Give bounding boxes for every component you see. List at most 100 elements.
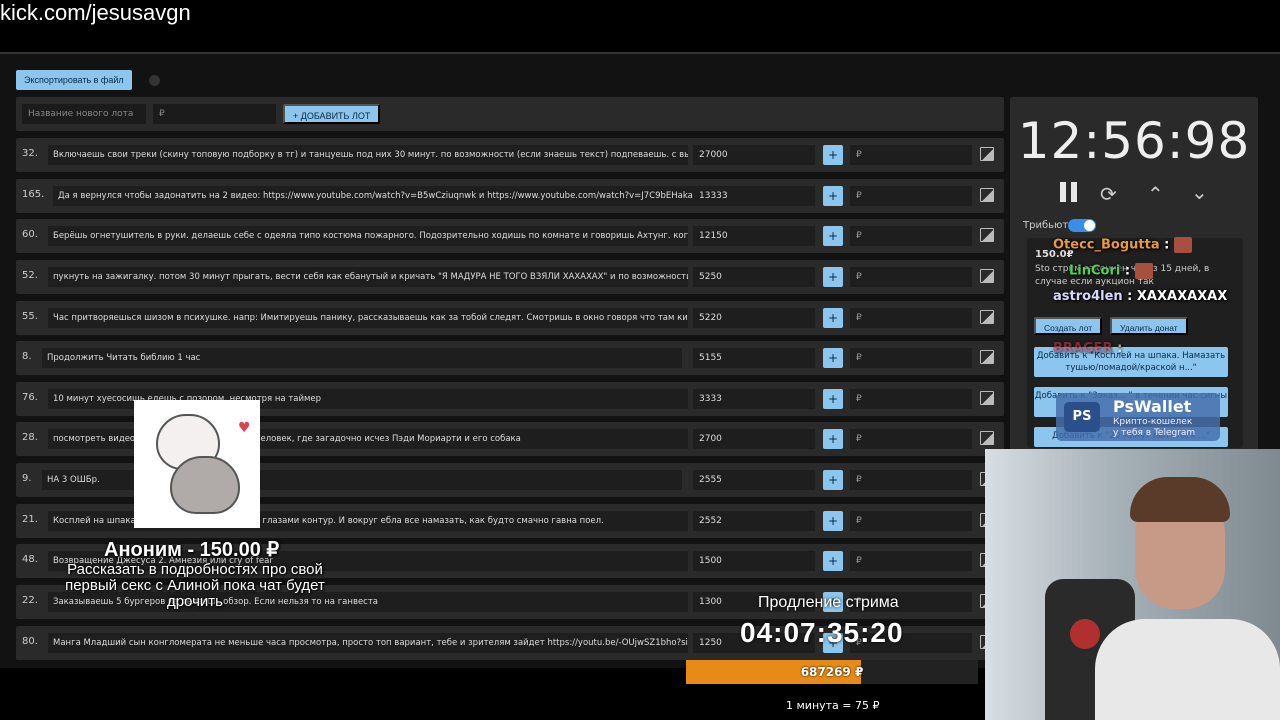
- lot-number: 48.: [22, 554, 38, 565]
- lot-donate-input[interactable]: ₽: [850, 470, 972, 490]
- add-amount-button[interactable]: +: [823, 470, 843, 490]
- image-icon[interactable]: [980, 310, 994, 324]
- lot-donate-input[interactable]: ₽: [850, 186, 972, 206]
- lot-donate-input[interactable]: ₽: [850, 226, 972, 246]
- lot-amount-input[interactable]: 5220: [693, 308, 815, 328]
- chevron-down-icon[interactable]: ⌄: [1191, 180, 1208, 204]
- lot-amount-input[interactable]: 3333: [693, 389, 815, 409]
- reset-icon[interactable]: ⟳: [1100, 182, 1117, 206]
- chat-separator: :: [1127, 289, 1133, 304]
- status-dot: [149, 75, 160, 86]
- pswallet-subtitle-line: у тебя в Telegram: [1113, 428, 1196, 438]
- image-icon[interactable]: [980, 269, 994, 283]
- chat-line: Otecc_Bogutta :: [1053, 237, 1192, 253]
- lot-name-input[interactable]: пукнуть на зажигалку. потом 30 минут пры…: [48, 267, 688, 287]
- chat-line: astro4len : ХАХАХАХАХ: [1053, 289, 1227, 304]
- add-amount-button[interactable]: +: [823, 551, 843, 571]
- lot-name-input[interactable]: Включаешь свои треки (скину топовую подб…: [48, 145, 688, 165]
- pause-icon[interactable]: [1060, 182, 1078, 202]
- lot-donate-input[interactable]: ₽: [850, 267, 972, 287]
- add-amount-button[interactable]: +: [823, 389, 843, 409]
- emote-icon: [1134, 263, 1153, 279]
- lot-row: 55. Час притворяешься шизом в психушке. н…: [16, 301, 1004, 335]
- lot-number: 22.: [22, 595, 38, 606]
- chat-user: BRAGER: [1053, 341, 1113, 356]
- lot-name-input[interactable]: Час притворяешься шизом в психушке. напр…: [48, 308, 688, 328]
- lot-donate-input[interactable]: ₽: [850, 348, 972, 368]
- lot-row: 52. пукнуть на зажигалку. потом 30 минут …: [16, 260, 1004, 294]
- extension-label: Продление стрима: [758, 594, 899, 611]
- chat-message: ХАХАХАХАХ: [1136, 289, 1228, 304]
- extension-timer: 04:07:35:20: [740, 617, 904, 648]
- image-icon[interactable]: [980, 391, 994, 405]
- lot-row: 32. Включаешь свои треки (скину топовую п…: [16, 138, 1004, 172]
- add-amount-button[interactable]: +: [823, 267, 843, 287]
- image-icon[interactable]: [980, 431, 994, 445]
- lot-number: 165.: [22, 189, 45, 200]
- add-amount-button[interactable]: +: [823, 226, 843, 246]
- webcam-feed: [985, 449, 1280, 720]
- lot-amount-input[interactable]: 2700: [693, 429, 815, 449]
- lot-name-input[interactable]: Да я вернулся чтобы задонатить на 2 виде…: [53, 186, 693, 206]
- lot-amount-input[interactable]: 5155: [693, 348, 815, 368]
- add-amount-button[interactable]: +: [823, 145, 843, 165]
- lot-donate-input[interactable]: ₽: [850, 551, 972, 571]
- lot-number: 9.: [22, 473, 32, 484]
- lot-number: 52.: [22, 270, 38, 281]
- pswallet-subtitle-line: Крипто-кошелек: [1113, 417, 1193, 427]
- add-amount-button[interactable]: +: [823, 186, 843, 206]
- new-lot-amount-input[interactable]: ₽: [153, 104, 276, 124]
- add-amount-button[interactable]: +: [823, 429, 843, 449]
- lot-amount-input[interactable]: 13333: [693, 186, 815, 206]
- image-icon[interactable]: [980, 188, 994, 202]
- lot-name-input[interactable]: Берёшь огнетушитель в руки. делаешь себе…: [48, 226, 688, 246]
- image-icon[interactable]: [980, 147, 994, 161]
- chat-line: BRAGER :: [1053, 341, 1122, 356]
- chat-separator: :: [1164, 237, 1170, 253]
- add-amount-button[interactable]: +: [823, 511, 843, 531]
- lot-row: 8. Продолжить Читать библию 1 час 5155 + ₽: [16, 341, 1004, 375]
- lot-name-input[interactable]: Манга Младший сын конгломерата не меньше…: [48, 633, 688, 653]
- pswallet-title: PsWallet: [1113, 397, 1192, 416]
- lot-number: 80.: [22, 636, 38, 647]
- add-lot-button[interactable]: + ДОБАВИТЬ ЛОТ: [283, 104, 381, 124]
- new-lot-name-input[interactable]: Название нового лота: [22, 104, 146, 124]
- lot-amount-input[interactable]: 12150: [693, 226, 815, 246]
- lot-donate-input[interactable]: ₽: [850, 145, 972, 165]
- image-icon[interactable]: [980, 350, 994, 364]
- delete-donate-button[interactable]: Удалить донат: [1110, 317, 1188, 335]
- lot-donate-input[interactable]: ₽: [850, 308, 972, 328]
- chat-separator: :: [1117, 341, 1123, 356]
- lot-donate-input[interactable]: ₽: [850, 389, 972, 409]
- stream-url: kick.com/jesusavgn: [0, 0, 191, 25]
- lot-row: 60. Берёшь огнетушитель в руки. делаешь с…: [16, 219, 1004, 253]
- lot-amount-input[interactable]: 27000: [693, 145, 815, 165]
- lot-amount-input[interactable]: 2552: [693, 511, 815, 531]
- create-lot-button[interactable]: Создать лот: [1034, 317, 1103, 335]
- cat-sticker-image: ♥: [134, 400, 260, 528]
- progress-label: 687269 ₽: [800, 665, 864, 679]
- lot-amount-input[interactable]: 1500: [693, 551, 815, 571]
- tributes-label: Трибьют: [1023, 220, 1069, 231]
- lot-amount-input[interactable]: 2555: [693, 470, 815, 490]
- rate-label: 1 минута = 75 ₽: [786, 699, 880, 712]
- lot-donate-input[interactable]: ₽: [850, 511, 972, 531]
- tributes-toggle[interactable]: [1068, 219, 1096, 232]
- chat-user: Otecc_Bogutta: [1053, 237, 1160, 253]
- chat-user: astro4len: [1053, 289, 1123, 304]
- export-button[interactable]: Экспортировать в файл: [16, 70, 132, 90]
- lot-donate-input[interactable]: ₽: [850, 429, 972, 449]
- image-icon[interactable]: [980, 228, 994, 242]
- chevron-up-icon[interactable]: ⌃: [1147, 182, 1164, 206]
- pswallet-logo: PS: [1064, 402, 1100, 432]
- add-amount-button[interactable]: +: [823, 308, 843, 328]
- lot-number: 60.: [22, 229, 38, 240]
- lot-number: 8.: [22, 351, 32, 362]
- lot-number: 55.: [22, 311, 38, 322]
- chat-line: LinCori :: [1069, 263, 1153, 279]
- lot-number: 28.: [22, 432, 38, 443]
- lot-row: 165. Да я вернулся чтобы задонатить на 2 …: [16, 179, 1004, 213]
- lot-name-input[interactable]: Продолжить Читать библию 1 час: [42, 348, 682, 368]
- add-amount-button[interactable]: +: [823, 348, 843, 368]
- lot-amount-input[interactable]: 5250: [693, 267, 815, 287]
